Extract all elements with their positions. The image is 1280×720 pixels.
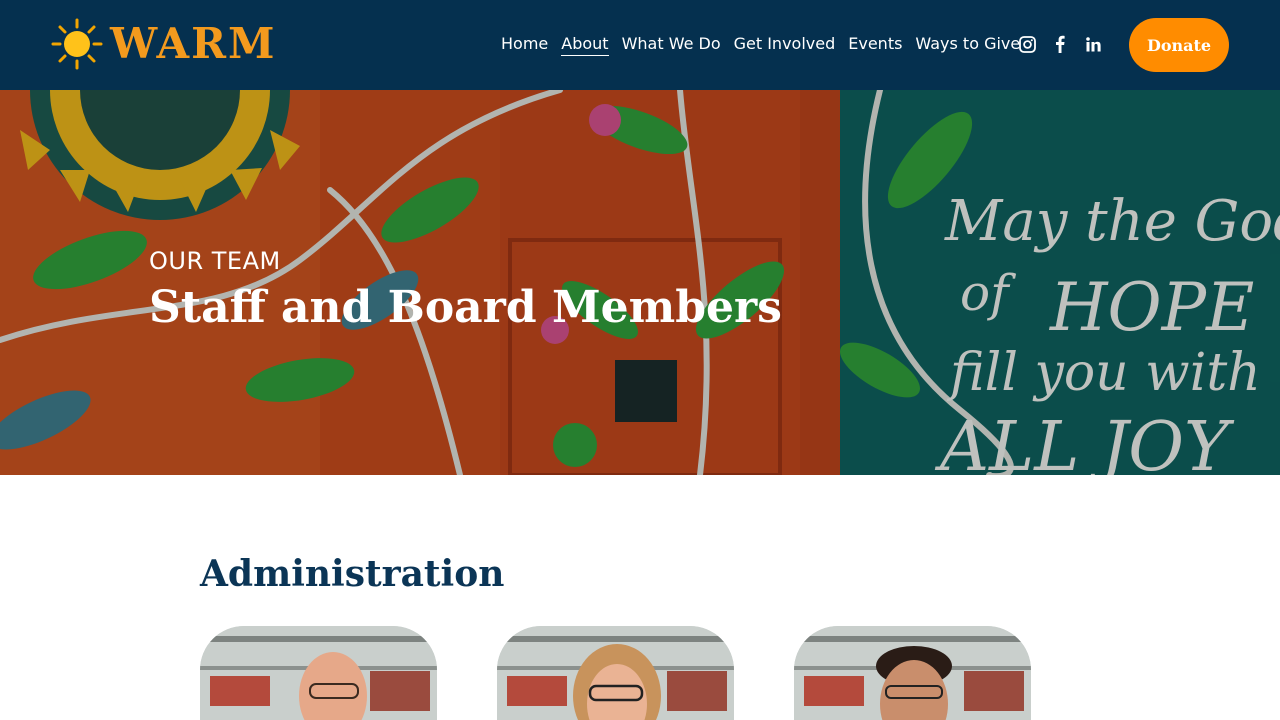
section-title-administration: Administration bbox=[200, 553, 505, 595]
hero-banner: May the God of HOPE fill you with ALL JO… bbox=[0, 90, 1280, 475]
staff-photo-2-image bbox=[497, 626, 734, 720]
nav-home[interactable]: Home bbox=[501, 33, 548, 56]
staff-photo-2[interactable] bbox=[497, 626, 734, 720]
linkedin-icon[interactable] bbox=[1084, 34, 1102, 54]
nav-what-we-do[interactable]: What We Do bbox=[622, 33, 721, 56]
staff-photo-1[interactable] bbox=[200, 626, 437, 720]
staff-photo-3[interactable] bbox=[794, 626, 1031, 720]
hero-eyebrow: OUR TEAM bbox=[149, 247, 281, 275]
nav-events[interactable]: Events bbox=[848, 33, 902, 56]
warm-logo[interactable]: WARM bbox=[50, 16, 276, 72]
nav-get-involved[interactable]: Get Involved bbox=[734, 33, 836, 56]
logo-wordmark: WARM bbox=[110, 19, 277, 68]
site-header: WARM Home About What We Do Get Involved … bbox=[0, 0, 1280, 90]
main-nav: Home About What We Do Get Involved Event… bbox=[501, 33, 1033, 56]
page-title: Staff and Board Members bbox=[149, 282, 782, 333]
nav-ways-to-give[interactable]: Ways to Give bbox=[915, 33, 1020, 56]
instagram-icon[interactable] bbox=[1018, 34, 1036, 54]
staff-photo-1-image bbox=[200, 626, 437, 720]
facebook-icon[interactable] bbox=[1051, 34, 1069, 54]
nav-about[interactable]: About bbox=[561, 33, 609, 56]
staff-photo-3-image bbox=[794, 626, 1031, 720]
social-links bbox=[1018, 34, 1102, 54]
sun-icon bbox=[51, 18, 103, 70]
donate-button[interactable]: Donate bbox=[1129, 18, 1229, 72]
